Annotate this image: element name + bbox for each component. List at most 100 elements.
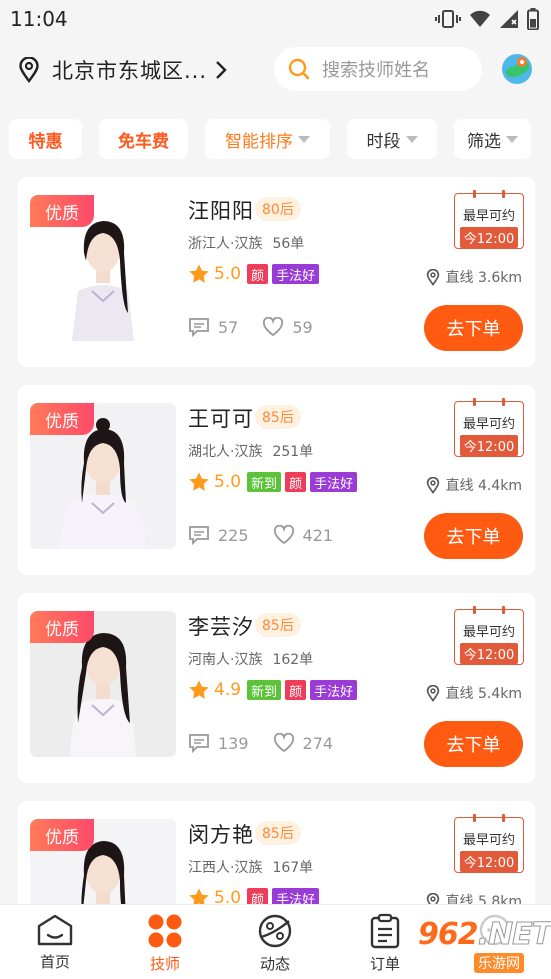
distance-text: 直线 3.6km [445, 270, 522, 286]
availability-time: 今12:00 [459, 227, 519, 248]
availability-time: 今12:00 [459, 435, 519, 456]
location-pin-icon [426, 268, 439, 286]
technician-name: 王可可 [188, 407, 254, 431]
filter-bar: 特惠 免车费 智能排序 时段 筛选 [0, 119, 551, 159]
place-order-button[interactable]: 去下单 [424, 721, 523, 767]
origin-text: 江西人·汉族 [188, 860, 263, 876]
availability-box: 最早可约 今12:00 [454, 606, 524, 665]
vibrate-icon [435, 10, 461, 28]
quality-badge: 优质 [30, 403, 94, 435]
age-badge: 85后 [255, 821, 301, 845]
tag-new: 新到 [247, 680, 282, 700]
social-stats: 225 421 [188, 525, 357, 545]
status-bar: 11:04 [0, 0, 551, 38]
tag-new: 新到 [247, 472, 282, 492]
heart-icon[interactable] [262, 317, 284, 337]
location-selector[interactable]: 北京市东城区... [18, 55, 227, 85]
origin-text: 浙江人·汉族 [188, 236, 263, 252]
star-icon [189, 472, 209, 491]
comment-count: 225 [218, 525, 249, 545]
availability-box: 最早可约 今12:00 [454, 190, 524, 249]
rating-score: 5.0 [214, 472, 242, 492]
availability-label: 最早可约 [462, 209, 515, 224]
technician-meta: 浙江人·汉族 56单 [188, 233, 304, 253]
tag-skill: 手法好 [310, 680, 358, 700]
comment-count: 57 [218, 317, 239, 337]
quality-badge: 优质 [30, 819, 94, 851]
order-count: 167单 [272, 860, 314, 876]
filter-dropdown[interactable]: 筛选 [454, 119, 531, 159]
caret-down-icon [405, 135, 418, 143]
quality-badge: 优质 [30, 611, 94, 643]
watermark-subtitle: 乐游网 [474, 953, 524, 973]
like-count: 421 [302, 525, 334, 545]
tag-face: 颜 [247, 264, 269, 284]
rating-row: 5.0 新到 颜 手法好 [188, 471, 361, 493]
heart-icon[interactable] [273, 525, 295, 545]
star-icon [189, 680, 209, 699]
location-pin-icon [19, 57, 39, 83]
place-order-button[interactable]: 去下单 [424, 305, 523, 351]
comment-icon[interactable] [188, 525, 210, 545]
tag-face: 颜 [285, 472, 307, 492]
tab-home[interactable]: 首页 [15, 913, 95, 972]
promo-filter[interactable]: 特惠 [9, 119, 82, 159]
battery-icon [527, 8, 539, 30]
distance: 直线 4.4km [426, 475, 522, 495]
distance-text: 直线 4.4km [445, 478, 522, 494]
availability-time: 今12:00 [459, 643, 519, 664]
grid-dots-icon [148, 914, 182, 948]
clipboard-icon [370, 913, 400, 949]
tab-technicians[interactable]: 技师 [125, 913, 205, 974]
location-pin-icon [426, 476, 439, 494]
technician-meta: 湖北人·汉族 251单 [188, 441, 313, 461]
sort-dropdown[interactable]: 智能排序 [205, 119, 330, 159]
availability-label: 最早可约 [462, 625, 515, 640]
rating-score: 5.0 [214, 264, 242, 284]
origin-text: 湖北人·汉族 [188, 444, 263, 460]
tag-skill: 手法好 [272, 264, 320, 284]
comment-count: 139 [218, 733, 249, 753]
technician-name: 汪阳阳 [188, 199, 254, 223]
wifi-icon [470, 10, 490, 27]
tag-skill: 手法好 [310, 472, 358, 492]
comment-icon[interactable] [188, 317, 210, 337]
availability-time: 今12:00 [459, 851, 519, 872]
chevron-right-icon [216, 61, 227, 79]
technician-card[interactable]: 优质 李芸汐 85后 河南人·汉族 162单 4.9 新到 颜 手法好 139 2… [18, 593, 535, 783]
distance-text: 直线 5.4km [445, 686, 522, 702]
technician-card[interactable]: 优质 汪阳阳 80后 浙江人·汉族 56单 5.0 颜 手法好 57 59 最早可… [18, 177, 535, 367]
like-count: 59 [292, 317, 313, 337]
search-placeholder: 搜索技师姓名 [322, 60, 430, 81]
social-stats: 139 274 [188, 733, 357, 753]
location-pin-icon [426, 684, 439, 702]
time-slot-dropdown[interactable]: 时段 [347, 119, 437, 159]
free-fare-filter[interactable]: 免车费 [99, 119, 188, 159]
site-watermark: 962.NET 乐游网 [412, 913, 551, 979]
header: 北京市东城区... 搜索技师姓名 [0, 44, 551, 96]
technician-name: 闵方艳 [188, 823, 254, 847]
like-count: 274 [302, 733, 334, 753]
availability-box: 最早可约 今12:00 [454, 398, 524, 457]
status-time: 11:04 [10, 7, 68, 31]
place-order-button[interactable]: 去下单 [424, 513, 523, 559]
availability-label: 最早可约 [462, 833, 515, 848]
rating-row: 5.0 颜 手法好 [188, 263, 323, 285]
map-globe-icon[interactable] [500, 52, 534, 86]
technician-card[interactable]: 优质 王可可 85后 湖北人·汉族 251单 5.0 新到 颜 手法好 225 4… [18, 385, 535, 575]
comment-icon[interactable] [188, 733, 210, 753]
quality-badge: 优质 [30, 195, 94, 227]
availability-label: 最早可约 [462, 417, 515, 432]
order-count: 251单 [272, 444, 314, 460]
star-icon [189, 264, 209, 283]
search-input[interactable]: 搜索技师姓名 [274, 47, 482, 91]
origin-text: 河南人·汉族 [188, 652, 263, 668]
distance: 直线 3.6km [426, 267, 522, 287]
tab-feed[interactable]: 动态 [235, 913, 315, 974]
search-icon [288, 58, 310, 80]
technician-name: 李芸汐 [188, 615, 254, 639]
heart-icon[interactable] [273, 733, 295, 753]
caret-down-icon [506, 135, 518, 143]
order-count: 162单 [272, 652, 314, 668]
technician-meta: 江西人·汉族 167单 [188, 857, 313, 877]
